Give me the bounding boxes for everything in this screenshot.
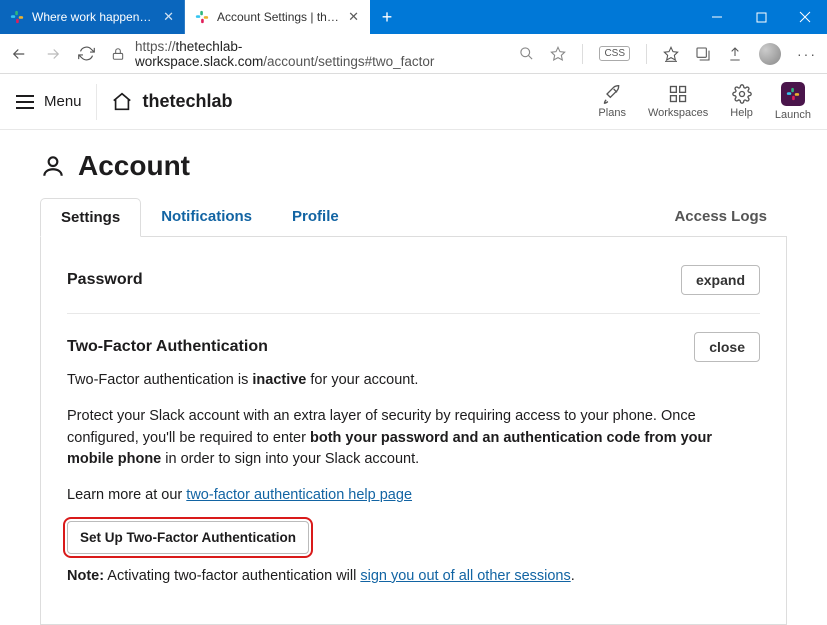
divider (96, 84, 97, 120)
password-title: Password (67, 271, 143, 289)
password-section: Password expand (67, 259, 760, 313)
page-content: Account Settings Notifications Profile A… (0, 130, 827, 625)
close-icon[interactable]: ✕ (348, 9, 359, 25)
gear-icon (732, 84, 752, 104)
favorite-icon[interactable] (550, 46, 566, 62)
two-factor-title: Two-Factor Authentication (67, 338, 268, 356)
tab-title: Account Settings | thetechlab Sl… (217, 10, 340, 24)
help-page-link[interactable]: two-factor authentication help page (186, 487, 412, 503)
slack-header: Menu thetechlab Plans Workspaces Help La… (0, 74, 827, 130)
maximize-icon[interactable] (739, 0, 783, 34)
separator (582, 44, 583, 64)
separator (646, 44, 647, 64)
settings-panel: Password expand Two-Factor Authenticatio… (40, 237, 787, 625)
tab-title: Where work happens | Slack (32, 10, 155, 24)
tab-profile[interactable]: Profile (272, 198, 359, 236)
share-icon[interactable] (727, 46, 743, 62)
minimize-icon[interactable] (695, 0, 739, 34)
lock-icon (111, 47, 125, 61)
forward-button (44, 45, 62, 63)
url-box[interactable]: https://thetechlab-workspace.slack.com/a… (111, 39, 503, 69)
help-link[interactable]: Help (730, 84, 753, 119)
launch-button[interactable]: Launch (775, 82, 811, 121)
favorites-bar-icon[interactable] (663, 46, 679, 62)
workspace-name[interactable]: thetechlab (143, 91, 233, 112)
plans-link[interactable]: Plans (598, 84, 626, 119)
menu-label[interactable]: Menu (44, 93, 82, 110)
address-bar: https://thetechlab-workspace.slack.com/a… (0, 34, 827, 74)
css-badge[interactable]: CSS (599, 46, 630, 61)
two-factor-section: Two-Factor Authentication close Two-Fact… (67, 313, 760, 602)
slack-favicon-icon (10, 10, 24, 24)
back-button[interactable] (10, 45, 28, 63)
close-icon[interactable]: ✕ (163, 9, 174, 25)
home-icon[interactable] (111, 91, 133, 113)
window-close-icon[interactable] (783, 0, 827, 34)
more-icon[interactable]: ··· (797, 46, 817, 62)
workspaces-link[interactable]: Workspaces (648, 84, 708, 119)
two-factor-description: Protect your Slack account with an extra… (67, 406, 760, 471)
slack-favicon-icon (195, 10, 209, 24)
profile-avatar[interactable] (759, 43, 781, 65)
url-text: https://thetechlab-workspace.slack.com/a… (135, 39, 503, 69)
setup-two-factor-button[interactable]: Set Up Two-Factor Authentication (67, 521, 309, 554)
two-factor-note: Note: Activating two-factor authenticati… (67, 568, 760, 584)
window-controls (695, 0, 827, 34)
close-button[interactable]: close (694, 332, 760, 362)
refresh-button[interactable] (78, 45, 95, 62)
slack-app-icon (781, 82, 805, 106)
search-in-page-icon[interactable] (519, 46, 534, 61)
collections-icon[interactable] (695, 46, 711, 62)
person-icon (40, 153, 66, 179)
tab-access-logs[interactable]: Access Logs (654, 198, 787, 236)
expand-button[interactable]: expand (681, 265, 760, 295)
sign-out-sessions-link[interactable]: sign you out of all other sessions (360, 568, 570, 584)
page-title: Account (78, 150, 190, 182)
browser-tab-active[interactable]: Account Settings | thetechlab Sl… ✕ (185, 0, 370, 34)
two-factor-status: Two-Factor authentication is inactive fo… (67, 370, 760, 392)
grid-icon (668, 84, 688, 104)
hamburger-icon[interactable] (16, 95, 34, 109)
two-factor-learn-more: Learn more at our two-factor authenticat… (67, 485, 760, 507)
account-tabs: Settings Notifications Profile Access Lo… (40, 198, 787, 237)
browser-titlebar: Where work happens | Slack ✕ Account Set… (0, 0, 827, 34)
tab-settings[interactable]: Settings (40, 198, 141, 237)
rocket-icon (602, 84, 622, 104)
tab-notifications[interactable]: Notifications (141, 198, 272, 236)
new-tab-button[interactable]: + (370, 0, 404, 34)
browser-tab-inactive[interactable]: Where work happens | Slack ✕ (0, 0, 185, 34)
